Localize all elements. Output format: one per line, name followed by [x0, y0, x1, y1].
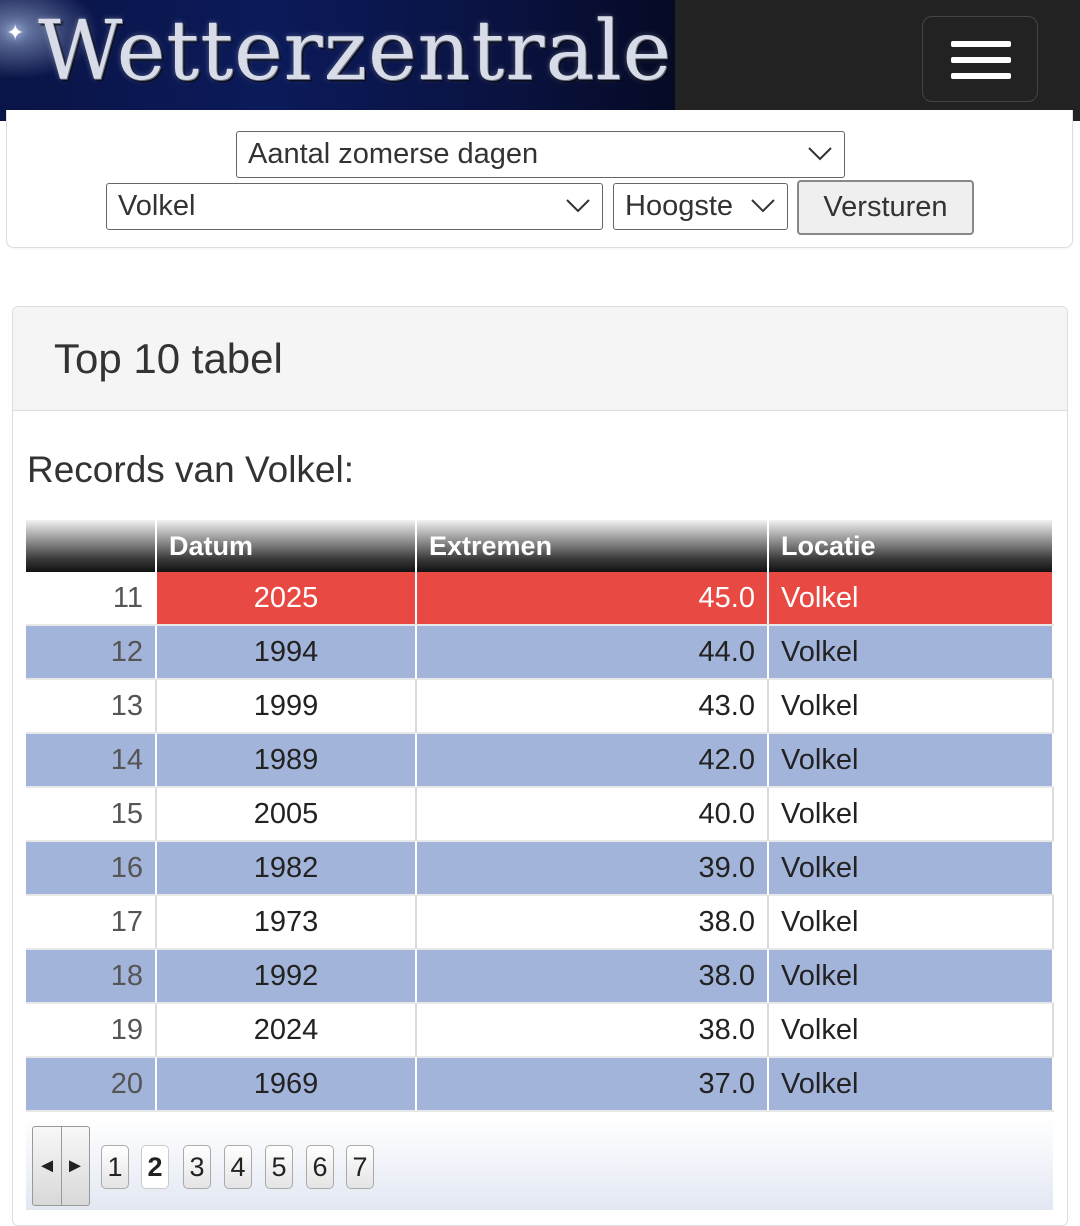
value-cell: 37.0: [416, 1057, 769, 1112]
statistic-select[interactable]: Aantal zomerse dagen: [236, 131, 845, 178]
value-cell: 45.0: [416, 572, 769, 626]
logo-text: Wetterzentrale: [38, 4, 673, 99]
value-cell: 38.0: [416, 949, 769, 1004]
star-icon: ✦: [6, 20, 25, 45]
statistic-select-value: Aantal zomerse dagen: [248, 138, 539, 170]
rank-cell: 16: [26, 841, 157, 896]
date-cell: 2024: [156, 1003, 417, 1058]
submit-button[interactable]: Versturen: [797, 180, 974, 235]
location-cell: Volkel: [768, 625, 1054, 680]
pager-arrow-group: ◄ ►: [32, 1126, 90, 1206]
rank-cell: 17: [26, 895, 157, 950]
next-page-icon[interactable]: ►: [61, 1127, 89, 1205]
table-row: 12 1994 44.0 Volkel: [26, 625, 1054, 680]
page-button-1[interactable]: 1: [101, 1145, 129, 1189]
value-cell: 42.0: [416, 733, 769, 788]
location-cell: Volkel: [768, 572, 1054, 626]
location-cell: Volkel: [768, 1057, 1054, 1112]
value-cell: 38.0: [416, 895, 769, 950]
site-logo[interactable]: ✦ Wetterzentrale: [0, 0, 675, 121]
page-button-2[interactable]: 2: [141, 1145, 169, 1189]
site-header: ✦ Wetterzentrale: [0, 0, 1080, 121]
value-cell: 38.0: [416, 1003, 769, 1058]
location-cell: Volkel: [768, 787, 1054, 842]
records-title: Records van Volkel:: [27, 449, 355, 490]
page-button-3[interactable]: 3: [183, 1145, 211, 1189]
station-select[interactable]: Volkel: [106, 183, 603, 230]
page-button-6[interactable]: 6: [306, 1145, 334, 1189]
date-cell: 1982: [156, 841, 417, 896]
rank-cell: 14: [26, 733, 157, 788]
table-row: 15 2005 40.0 Volkel: [26, 787, 1054, 842]
rank-cell: 18: [26, 949, 157, 1004]
date-cell: 1992: [156, 949, 417, 1004]
column-header-datum[interactable]: Datum: [156, 520, 417, 572]
location-cell: Volkel: [768, 1003, 1054, 1058]
table-row: 20 1969 37.0 Volkel: [26, 1057, 1054, 1112]
table-row: 18 1992 38.0 Volkel: [26, 949, 1054, 1004]
rank-cell: 11: [26, 572, 157, 626]
table-row: 14 1989 42.0 Volkel: [26, 733, 1054, 788]
value-cell: 39.0: [416, 841, 769, 896]
rank-cell: 13: [26, 679, 157, 734]
order-select[interactable]: Hoogste: [613, 183, 788, 230]
hamburger-menu-icon: [951, 41, 1011, 47]
value-cell: 44.0: [416, 625, 769, 680]
location-cell: Volkel: [768, 841, 1054, 896]
rank-cell: 15: [26, 787, 157, 842]
chevron-down-icon: [751, 199, 775, 213]
table-row: 13 1999 43.0 Volkel: [26, 679, 1054, 734]
date-cell: 1969: [156, 1057, 417, 1112]
chevron-down-icon: [566, 199, 590, 213]
order-select-value: Hoogste: [625, 190, 734, 222]
table-row: 19 2024 38.0 Volkel: [26, 1003, 1054, 1058]
date-cell: 1989: [156, 733, 417, 788]
column-header-rank[interactable]: [26, 520, 157, 572]
station-select-value: Volkel: [118, 190, 196, 222]
prev-page-icon[interactable]: ◄: [33, 1127, 62, 1205]
chevron-down-icon: [808, 147, 832, 161]
card-heading: Top 10 tabel: [13, 307, 1067, 411]
pagination: ◄ ► 1 2 3 4 5 6 7: [26, 1117, 1053, 1210]
table-row: 11 2025 45.0 Volkel: [26, 572, 1054, 626]
column-header-locatie[interactable]: Locatie: [768, 520, 1054, 572]
page-button-4[interactable]: 4: [224, 1145, 252, 1189]
table-header-row: Datum Extremen Locatie: [26, 520, 1054, 572]
hamburger-menu-icon-bar: [951, 57, 1011, 63]
rank-cell: 12: [26, 625, 157, 680]
table-row: 17 1973 38.0 Volkel: [26, 895, 1054, 950]
date-cell: 2025: [156, 572, 417, 626]
rank-cell: 20: [26, 1057, 157, 1112]
table-row: 16 1982 39.0 Volkel: [26, 841, 1054, 896]
menu-button[interactable]: [922, 16, 1038, 102]
location-cell: Volkel: [768, 733, 1054, 788]
rank-cell: 19: [26, 1003, 157, 1058]
records-table: Datum Extremen Locatie 11 2025 45.0 Volk…: [26, 520, 1054, 1112]
date-cell: 2005: [156, 787, 417, 842]
card-title: Top 10 tabel: [54, 335, 283, 382]
location-cell: Volkel: [768, 895, 1054, 950]
location-cell: Volkel: [768, 679, 1054, 734]
hamburger-menu-icon-bar: [951, 73, 1011, 79]
date-cell: 1999: [156, 679, 417, 734]
value-cell: 40.0: [416, 787, 769, 842]
date-cell: 1973: [156, 895, 417, 950]
location-cell: Volkel: [768, 949, 1054, 1004]
date-cell: 1994: [156, 625, 417, 680]
page-button-5[interactable]: 5: [265, 1145, 293, 1189]
page-button-7[interactable]: 7: [346, 1145, 374, 1189]
value-cell: 43.0: [416, 679, 769, 734]
column-header-extremen[interactable]: Extremen: [416, 520, 769, 572]
